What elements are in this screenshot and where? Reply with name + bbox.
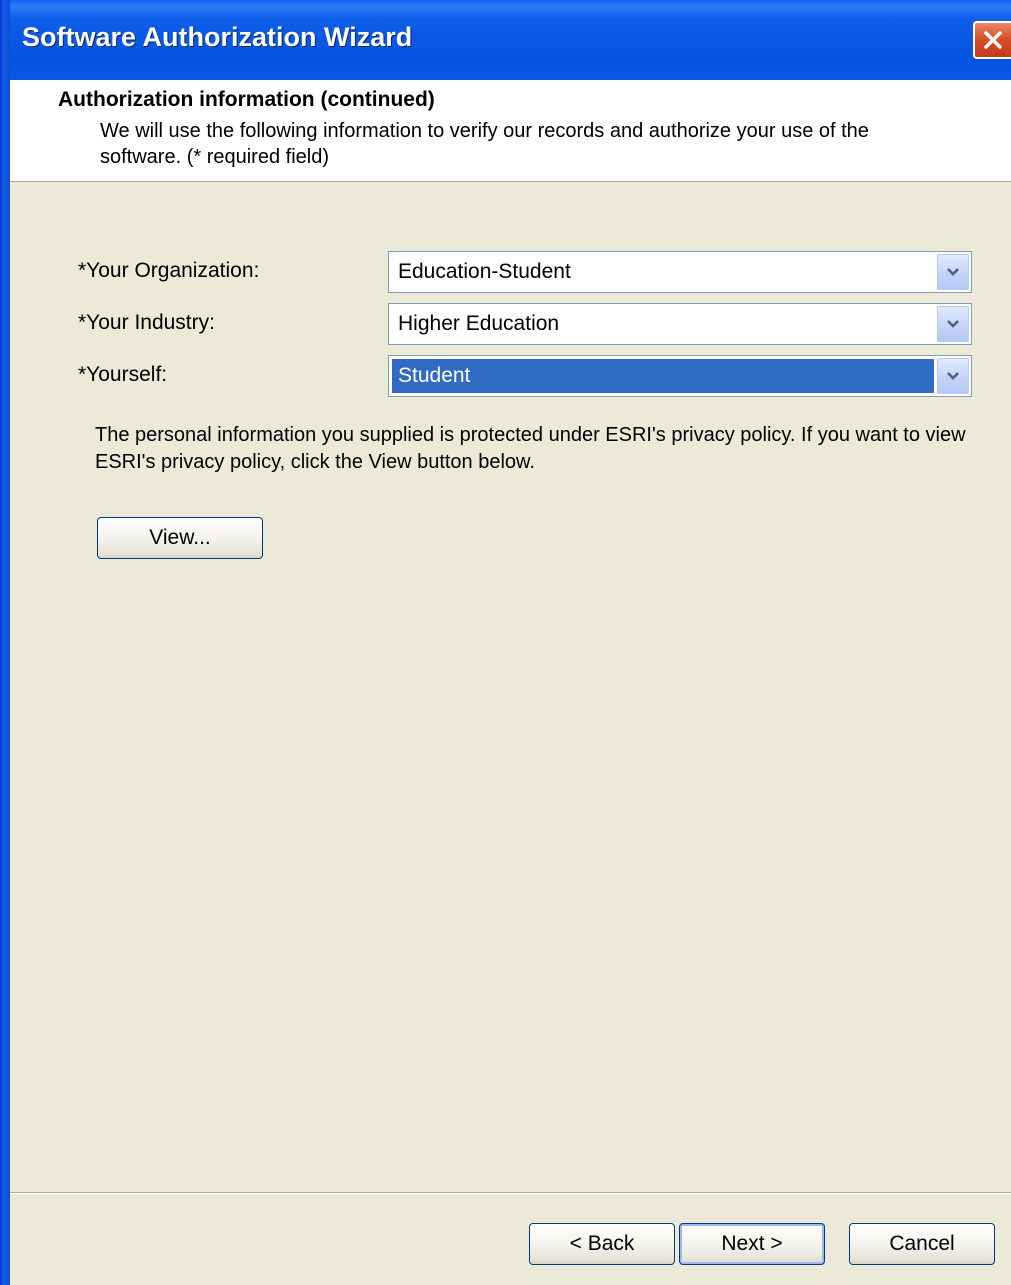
view-privacy-button[interactable]: View...	[97, 517, 263, 559]
industry-label: *Your Industry:	[78, 311, 215, 334]
page-title: Authorization information (continued)	[58, 88, 435, 111]
organization-value: Education-Student	[398, 260, 571, 283]
back-button[interactable]: < Back	[529, 1223, 675, 1265]
privacy-notice: The personal information you supplied is…	[95, 424, 966, 473]
industry-value: Higher Education	[398, 312, 560, 335]
wizard-header: Authorization information (continued) We…	[10, 80, 1011, 182]
yourself-label: *Yourself:	[78, 363, 168, 386]
cancel-button[interactable]: Cancel	[849, 1223, 995, 1265]
organization-dropdown-button[interactable]	[937, 254, 969, 290]
chevron-down-icon	[947, 320, 959, 328]
window-title: Software Authorization Wizard	[22, 22, 413, 52]
chevron-down-icon	[947, 372, 959, 380]
organization-select[interactable]: Education-Student	[388, 251, 972, 293]
window-left-border	[0, 0, 10, 1285]
close-icon	[984, 31, 1002, 49]
chevron-down-icon	[947, 268, 959, 276]
yourself-value: Student	[392, 359, 934, 393]
next-button[interactable]: Next >	[679, 1223, 825, 1265]
wizard-window: Software Authorization Wizard Authorizat…	[0, 0, 1011, 1285]
yourself-select[interactable]: Student	[388, 355, 972, 397]
yourself-dropdown-button[interactable]	[937, 358, 969, 394]
industry-dropdown-button[interactable]	[937, 306, 969, 342]
title-bar[interactable]: Software Authorization Wizard	[0, 0, 1011, 80]
page-description: We will use the following information to…	[100, 120, 869, 168]
organization-label: *Your Organization:	[78, 259, 260, 282]
close-button[interactable]	[973, 21, 1011, 59]
industry-select[interactable]: Higher Education	[388, 303, 972, 345]
footer-divider	[10, 1192, 1011, 1194]
